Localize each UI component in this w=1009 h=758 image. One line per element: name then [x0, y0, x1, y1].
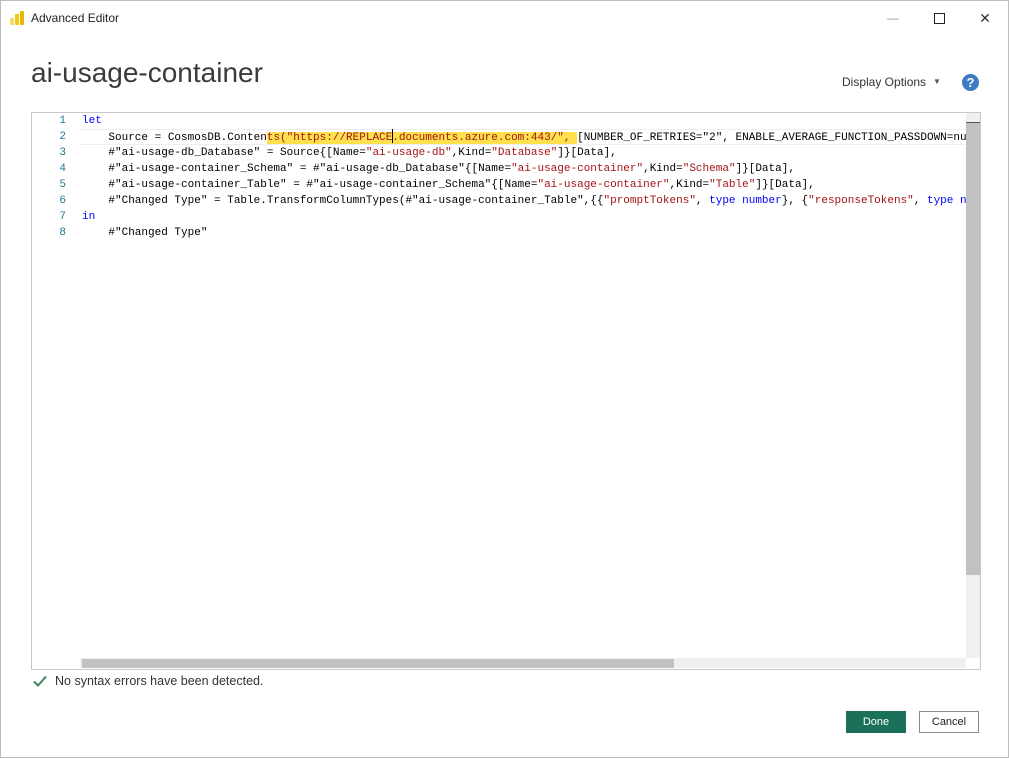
code-line-6: #"Changed Type" = Table.TransformColumnT… [82, 193, 966, 209]
string-literal: "promptTokens" [603, 195, 696, 207]
code-line-1: let [82, 113, 102, 129]
code-line-7: in [82, 209, 95, 225]
code-token: }, { [781, 195, 809, 207]
code-line-4: #"ai-usage-container_Schema" = #"ai-usag… [82, 161, 795, 177]
code-token: Source = CosmosDB.Conten [82, 132, 267, 144]
string-literal: "ai-usage-container" [537, 179, 670, 191]
caret-down-icon: ▼ [933, 77, 941, 86]
maximize-icon [933, 12, 945, 24]
done-button[interactable]: Done [846, 711, 906, 733]
code-token: ,Kind= [669, 179, 710, 191]
close-icon: ✕ [979, 9, 991, 26]
window-title: Advanced Editor [31, 11, 120, 25]
code-editor[interactable]: 1 2 3 4 5 6 7 8 let Source = CosmosDB.Co… [31, 112, 981, 670]
line-number: 3 [59, 147, 66, 159]
keyword: in [82, 211, 96, 223]
line-number: 4 [59, 163, 66, 175]
line-number: 7 [59, 211, 66, 223]
line-number: 2 [59, 131, 66, 143]
horizontal-scrollbar[interactable] [80, 658, 966, 668]
code-token: #"Changed Type" [82, 227, 208, 239]
close-button[interactable]: ✕ [962, 1, 1008, 35]
status-message: No syntax errors have been detected. [55, 674, 264, 688]
code-text-area[interactable]: let Source = CosmosDB.Contents("https://… [80, 113, 966, 658]
code-line-3: #"ai-usage-db_Database" = Source{[Name="… [82, 145, 617, 161]
keyword: type number [709, 195, 782, 207]
code-token: , [913, 195, 927, 207]
syntax-status: No syntax errors have been detected. [32, 673, 263, 689]
cancel-button[interactable]: Cancel [919, 711, 979, 733]
display-options-label: Display Options [842, 75, 927, 89]
help-icon[interactable]: ? [962, 74, 979, 91]
vertical-scrollbar-thumb[interactable] [966, 123, 980, 575]
string-literal: "responseTokens" [808, 195, 914, 207]
code-token: ts("https://REPLACE [266, 132, 393, 144]
line-number: 1 [59, 115, 66, 127]
code-token: #"Changed Type" = Table.TransformColumnT… [82, 195, 604, 207]
code-token: ]}[Data], [557, 147, 617, 159]
vertical-scrollbar[interactable] [966, 113, 980, 658]
search-match-highlight: ts("https://REPLACE.documents.azure.com:… [266, 129, 578, 144]
string-literal: "Schema" [682, 163, 736, 175]
code-token: ,Kind= [451, 147, 492, 159]
advanced-editor-window: Advanced Editor — ✕ ai-usage-container D… [0, 0, 1009, 758]
code-line-5: #"ai-usage-container_Table" = #"ai-usage… [82, 177, 815, 193]
code-token: #"ai-usage-db_Database" = Source{[Name= [82, 147, 366, 159]
code-token: ,Kind= [643, 163, 683, 175]
code-token: .documents.azure.com:443/", [392, 132, 578, 144]
minimize-button[interactable]: — [870, 1, 916, 35]
maximize-button[interactable] [916, 1, 962, 35]
code-token: ]}[Data], [735, 163, 795, 175]
power-bi-icon [10, 11, 24, 25]
minimize-icon: — [887, 11, 899, 25]
title-bar: Advanced Editor — ✕ [1, 1, 1008, 35]
keyword: let [82, 115, 102, 127]
code-token: ]}[Data], [755, 179, 815, 191]
page-title: ai-usage-container [31, 57, 263, 88]
horizontal-scrollbar-thumb[interactable] [82, 659, 674, 668]
keyword: type numb [926, 195, 966, 207]
string-literal: "Database" [491, 147, 558, 159]
code-token: #"ai-usage-container_Table" = #"ai-usage… [82, 179, 538, 191]
code-token: [NUMBER_OF_RETRIES="2", ENABLE_AVERAGE_F… [577, 132, 966, 144]
code-token: , [695, 195, 710, 207]
string-literal: "Table" [709, 179, 756, 191]
line-number: 5 [59, 179, 66, 191]
code-line-2: Source = CosmosDB.Contents("https://REPL… [82, 129, 966, 145]
code-token: #"ai-usage-container_Schema" = #"ai-usag… [82, 163, 512, 175]
display-options-dropdown[interactable]: Display Options ▼ [842, 75, 941, 89]
string-literal: "ai-usage-container" [511, 163, 644, 175]
line-number-gutter: 1 2 3 4 5 6 7 8 [32, 113, 80, 669]
string-literal: "ai-usage-db" [365, 147, 452, 159]
line-number: 6 [59, 195, 66, 207]
code-line-8: #"Changed Type" [82, 225, 207, 241]
check-icon [33, 675, 47, 687]
line-number: 8 [59, 227, 66, 239]
